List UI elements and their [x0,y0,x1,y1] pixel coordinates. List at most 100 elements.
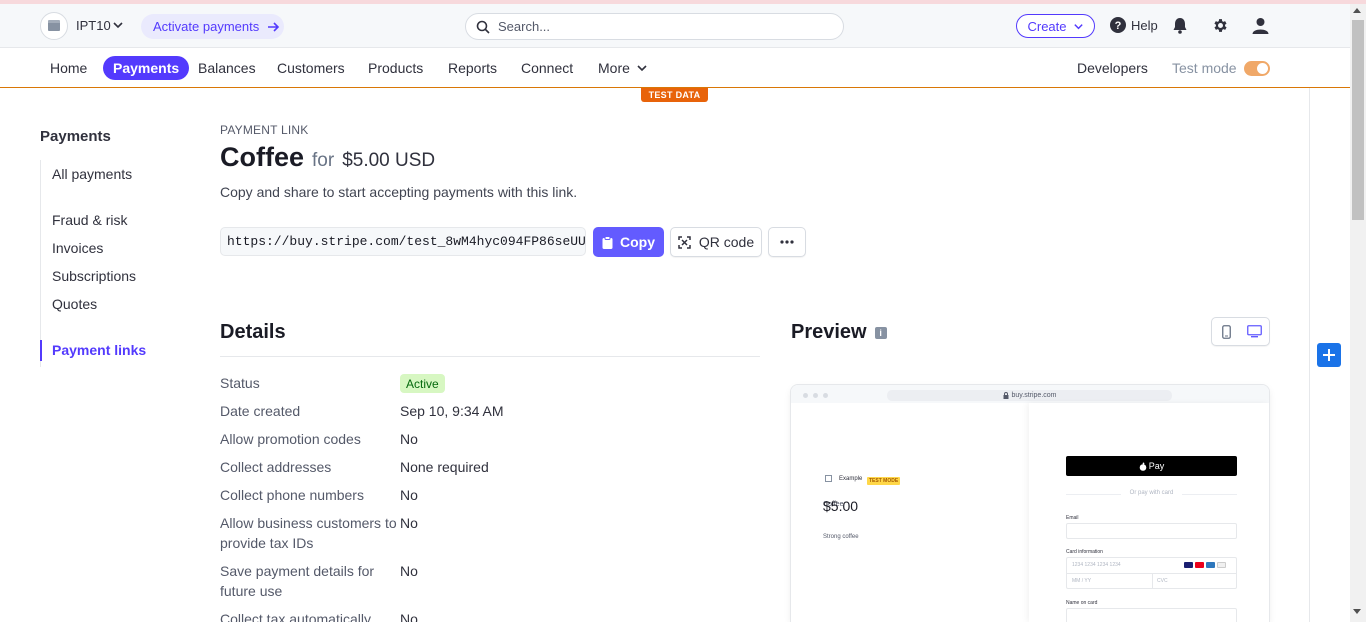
preview-apple-pay-button: Pay [1066,456,1237,476]
discover-icon [1217,562,1226,568]
detail-value: No [400,611,418,622]
chevron-down-icon[interactable] [112,18,124,36]
details-divider [220,356,760,357]
page-kicker: PAYMENT LINK [220,123,309,137]
preview-email-label: Email [1066,515,1079,521]
test-mode-toggle[interactable] [1244,61,1270,76]
nav-balances[interactable]: Balances [198,56,256,80]
mobile-preview-button[interactable] [1212,318,1241,345]
qr-code-button[interactable]: QR code [670,227,762,257]
arrow-right-icon [268,21,280,32]
preview-summary-pane: Example TEST MODE Coffee $5.00 Strong co… [791,403,1029,622]
device-toggle [1211,317,1270,346]
detail-value: No [400,431,418,447]
sidebar-divider [40,160,41,367]
qr-code-label: QR code [698,234,755,250]
activate-payments-label: Activate payments [153,19,260,34]
visa-icon [1184,562,1193,568]
store-icon [825,475,832,482]
help-icon: ? [1110,17,1126,33]
more-actions-button[interactable] [768,227,806,257]
scrollbar-thumb[interactable] [1352,20,1364,220]
help-label: Help [1131,17,1158,33]
copy-label: Copy [620,234,655,250]
preview-title: Preview [791,321,867,343]
detail-value: No [400,563,418,579]
info-icon[interactable]: i [874,326,887,339]
page-subtitle: Copy and share to start accepting paymen… [220,184,578,200]
add-button[interactable] [1317,343,1341,367]
sidebar-item-payment-links[interactable]: Payment links [52,342,146,358]
preview-payment-pane: Pay Or pay with card Email Card informat… [1029,403,1269,622]
preview-card-placeholder: 1234 1234 1234 1234 [1072,562,1121,568]
activate-payments-button[interactable]: Activate payments [141,14,284,39]
sidebar-item-subscriptions[interactable]: Subscriptions [52,268,136,284]
preview-email-input [1066,523,1237,539]
detail-value: Sep 10, 9:34 AM [400,403,504,419]
detail-value: No [400,487,418,503]
mastercard-icon [1195,562,1204,568]
account-name[interactable]: IPT10 [76,18,111,33]
payment-link-url[interactable]: https://buy.stripe.com/test_8wM4hyc094FP… [220,227,586,256]
gear-icon[interactable] [1212,17,1229,39]
detail-label: Collect phone numbers [220,487,364,503]
search-icon [476,20,490,34]
test-mode-label: Test mode [1172,60,1237,76]
detail-label: Collect tax automatically [220,611,371,622]
search-input[interactable] [498,19,818,34]
checkout-preview: buy.stripe.com Example TEST MODE Coffee … [791,385,1269,622]
top-bar: IPT10 Activate payments Create ? Help [0,4,1350,48]
search-box[interactable] [465,13,844,40]
nav-products[interactable]: Products [368,56,423,80]
nav-payments[interactable]: Payments [103,56,190,80]
developers-link[interactable]: Developers [1077,56,1148,80]
detail-label: Date created [220,403,301,419]
sidebar-item-quotes[interactable]: Quotes [52,296,97,312]
window-dot [813,393,818,398]
apple-icon [1139,462,1147,471]
scroll-up-arrow-icon[interactable] [1353,8,1361,13]
qr-code-icon [678,235,691,249]
nav-more[interactable]: More [598,56,648,80]
scroll-down-arrow-icon[interactable] [1353,609,1361,614]
sidebar-item-invoices[interactable]: Invoices [52,240,103,256]
create-label: Create [1027,18,1067,34]
detail-label: Status [220,375,260,391]
detail-label: Allow business customers to provide tax … [220,515,397,551]
bell-icon[interactable] [1172,17,1188,39]
clipboard-icon [602,235,613,249]
window-dot [803,393,808,398]
nav-connect[interactable]: Connect [521,56,573,80]
copy-button[interactable]: Copy [593,227,664,257]
account-icon[interactable] [40,12,68,40]
card-input-divider [1152,573,1153,589]
detail-label: Save payment details for future use [220,563,375,599]
help-button[interactable]: ? Help [1110,17,1158,33]
plus-icon [1323,349,1335,361]
sidebar-item-fraud-risk[interactable]: Fraud & risk [52,212,127,228]
preview-browser-chrome: buy.stripe.com [791,385,1269,403]
desktop-preview-button[interactable] [1241,318,1270,345]
sidebar-active-indicator [40,340,42,361]
test-data-banner: TEST DATA [641,88,708,102]
sidebar-title: Payments [40,128,111,145]
nav-home[interactable]: Home [50,56,87,80]
preview-card-label: Card information [1066,549,1103,555]
detail-value: No [400,515,418,531]
user-icon[interactable] [1252,17,1269,39]
svg-text:?: ? [1115,20,1122,32]
nav-reports[interactable]: Reports [448,56,497,80]
sidebar-item-all-payments[interactable]: All payments [52,166,132,182]
nav-customers[interactable]: Customers [277,56,345,80]
nav-more-label: More [598,60,630,76]
phone-icon [1221,324,1231,339]
preview-address-bar: buy.stripe.com [887,390,1172,401]
content-divider [1309,88,1310,622]
detail-label: Collect addresses [220,459,332,475]
create-button[interactable]: Create [1016,14,1095,38]
preview-apple-pay-label: Pay [1148,461,1165,471]
title-for: for [312,150,335,171]
preview-expiry-placeholder: MM / YY [1072,578,1092,584]
chevron-down-icon [1073,23,1083,29]
chevron-down-icon [637,65,647,72]
